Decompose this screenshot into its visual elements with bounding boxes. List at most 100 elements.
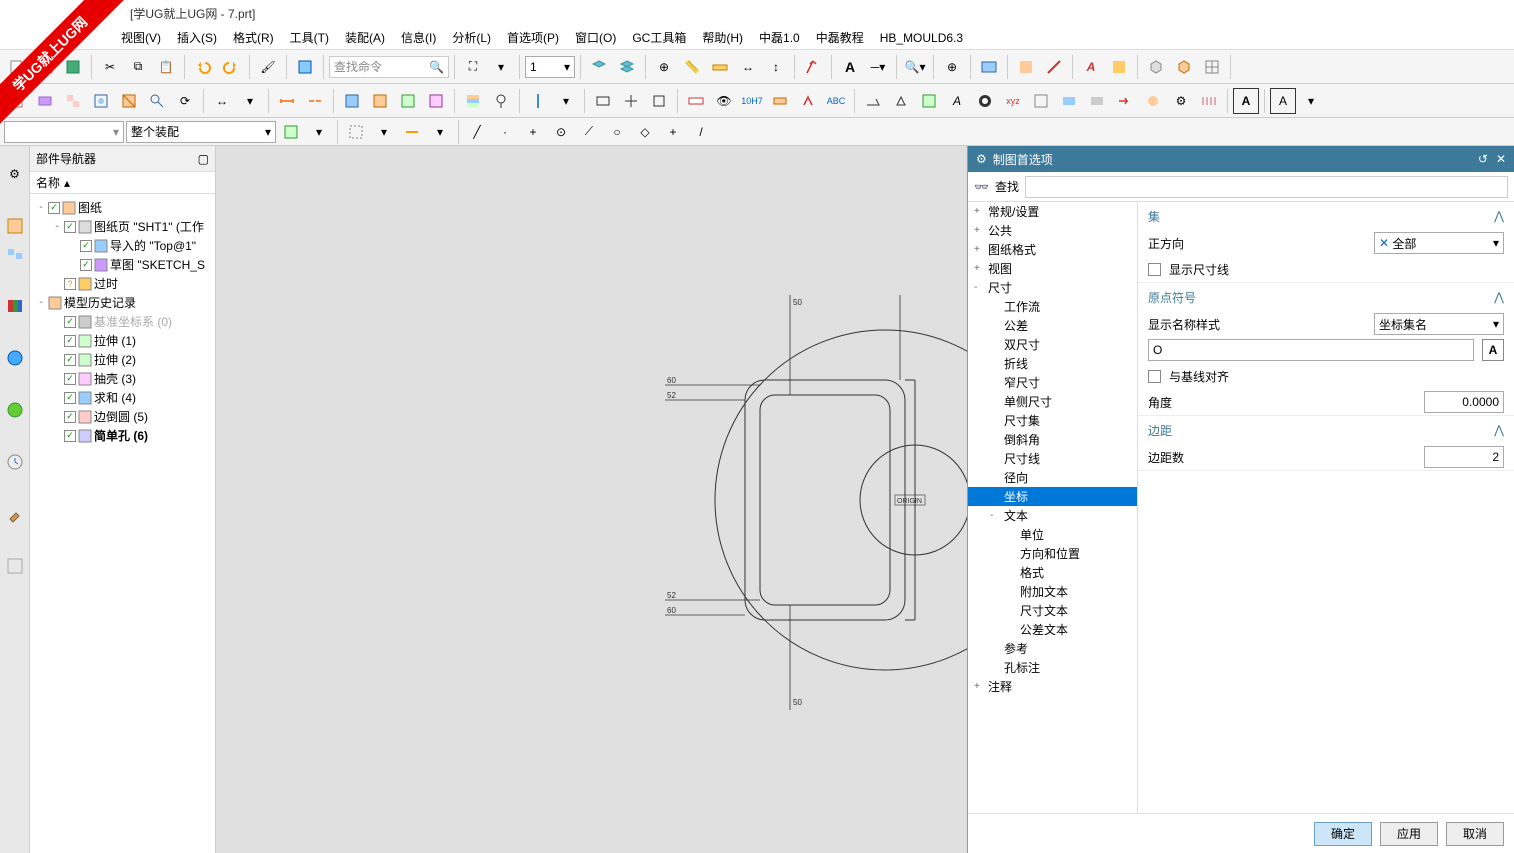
snap4-icon[interactable]: ⊙	[548, 119, 574, 145]
target-icon[interactable]: ⊕	[939, 54, 965, 80]
tree-row[interactable]: ✓抽壳 (3)	[30, 369, 215, 388]
tool-tab-icon[interactable]	[3, 502, 27, 526]
snap9-icon[interactable]: /	[688, 119, 714, 145]
analysis-icon[interactable]: 🔍▾	[902, 54, 928, 80]
table1-icon[interactable]	[339, 88, 365, 114]
tree-row[interactable]: ✓求和 (4)	[30, 388, 215, 407]
sel-more-icon[interactable]: ▾	[427, 119, 453, 145]
tree-row[interactable]: ✓边倒圆 (5)	[30, 407, 215, 426]
dim-more-icon[interactable]: ▾	[237, 88, 263, 114]
align-more-icon[interactable]: ▾	[553, 88, 579, 114]
tree-checkbox[interactable]: ✓	[64, 392, 76, 404]
tree-checkbox[interactable]: ✓	[64, 373, 76, 385]
tree-row[interactable]: ✓导入的 "Top@1"	[30, 236, 215, 255]
ok-button[interactable]: 确定	[1314, 822, 1372, 846]
view3-icon[interactable]	[88, 88, 114, 114]
paste-icon[interactable]: 📋	[153, 54, 179, 80]
margin-count-input[interactable]	[1424, 446, 1504, 468]
category-注释[interactable]: +注释	[968, 677, 1137, 696]
menu-P[interactable]: 首选项(P)	[501, 27, 565, 48]
category-单侧尺寸[interactable]: 单侧尺寸	[968, 392, 1137, 411]
ruler-icon[interactable]	[707, 54, 733, 80]
tree-expand-icon[interactable]: -	[36, 297, 46, 308]
menu-V[interactable]: 视图(V)	[115, 27, 167, 48]
menu-H[interactable]: 帮助(H)	[696, 27, 749, 48]
line-style-icon[interactable]: ─▾	[865, 54, 891, 80]
snap7-icon[interactable]: ◇	[632, 119, 658, 145]
expand-icon[interactable]: -	[974, 282, 984, 293]
category-尺寸集[interactable]: 尺寸集	[968, 411, 1137, 430]
empty-tab-icon[interactable]	[3, 554, 27, 578]
new-icon[interactable]	[4, 54, 30, 80]
misc1-icon[interactable]	[1013, 54, 1039, 80]
tree-checkbox[interactable]: ✓	[64, 411, 76, 423]
text-icon[interactable]: A	[837, 54, 863, 80]
sheet-icon[interactable]	[4, 88, 30, 114]
category-公共[interactable]: +公共	[968, 221, 1137, 240]
category-视图[interactable]: +视图	[968, 259, 1137, 278]
measure-icon[interactable]: 📏	[679, 54, 705, 80]
tree-expand-icon[interactable]: -	[52, 221, 62, 232]
cut-icon[interactable]: ✂	[97, 54, 123, 80]
panel-search-input[interactable]	[1025, 176, 1508, 198]
surf-icon[interactable]	[888, 88, 914, 114]
sym4-icon[interactable]	[1140, 88, 1166, 114]
note-icon[interactable]: A	[944, 88, 970, 114]
copy-icon[interactable]: ⧉	[125, 54, 151, 80]
wcs-orient-icon[interactable]	[800, 54, 826, 80]
dim2-icon[interactable]: ↕	[763, 54, 789, 80]
save-icon[interactable]	[60, 54, 86, 80]
text-edit-icon[interactable]: A	[1078, 54, 1104, 80]
snap5-icon[interactable]: ⟋	[576, 119, 602, 145]
pos-dir-combo[interactable]: ✕ 全部▾	[1374, 232, 1504, 254]
gdt2-icon[interactable]: 👁	[711, 88, 737, 114]
align-v-icon[interactable]	[525, 88, 551, 114]
rect2-icon[interactable]	[646, 88, 672, 114]
sym3-icon[interactable]	[1112, 88, 1138, 114]
scale-combo[interactable]: 1▾	[525, 56, 575, 78]
sym5-icon[interactable]	[1196, 88, 1222, 114]
highlight-icon[interactable]	[1106, 54, 1132, 80]
category-双尺寸[interactable]: 双尺寸	[968, 335, 1137, 354]
tree-row[interactable]: -✓图纸页 "SHT1" (工作	[30, 217, 215, 236]
panel-close-icon[interactable]: ✕	[1496, 152, 1506, 166]
selection-filter-icon[interactable]	[292, 54, 318, 80]
dim-h-icon[interactable]: ↔	[209, 88, 235, 114]
category-尺寸线[interactable]: 尺寸线	[968, 449, 1137, 468]
menu-A[interactable]: 装配(A)	[339, 27, 391, 48]
weld-icon[interactable]	[860, 88, 886, 114]
gdt1-icon[interactable]	[683, 88, 709, 114]
dim-icon[interactable]: ↔	[735, 54, 761, 80]
menu-T[interactable]: 工具(T)	[284, 27, 335, 48]
expand-icon[interactable]: +	[974, 681, 984, 692]
category-工作流[interactable]: 工作流	[968, 297, 1137, 316]
tree-row[interactable]: ✓基准坐标系 (0)	[30, 312, 215, 331]
search-icon[interactable]: 🔍	[429, 60, 444, 74]
tree-checkbox[interactable]: ?	[64, 278, 76, 290]
snap6-icon[interactable]: ○	[604, 119, 630, 145]
snap3-icon[interactable]: +	[520, 119, 546, 145]
balloon-icon[interactable]	[488, 88, 514, 114]
tree-checkbox[interactable]: ✓	[80, 259, 92, 271]
text-format-icon[interactable]: A	[1482, 339, 1504, 361]
sel4-icon[interactable]: ▾	[371, 119, 397, 145]
annot-icon[interactable]: A	[1270, 88, 1296, 114]
datum-icon[interactable]	[972, 88, 998, 114]
filter-combo[interactable]: ▾	[4, 121, 124, 143]
open-icon[interactable]	[32, 54, 58, 80]
category-参考[interactable]: 参考	[968, 639, 1137, 658]
center-icon[interactable]	[618, 88, 644, 114]
wcs-icon[interactable]: ⊕	[651, 54, 677, 80]
category-格式[interactable]: 格式	[968, 563, 1137, 582]
section-icon[interactable]	[116, 88, 142, 114]
redo-icon[interactable]	[218, 54, 244, 80]
menu-I[interactable]: 信息(I)	[395, 27, 442, 48]
sel3-icon[interactable]	[343, 119, 369, 145]
undo-icon[interactable]	[190, 54, 216, 80]
grid-icon[interactable]	[1199, 54, 1225, 80]
category-附加文本[interactable]: 附加文本	[968, 582, 1137, 601]
xyz-icon[interactable]: xyz	[1000, 88, 1026, 114]
category-文本[interactable]: -文本	[968, 506, 1137, 525]
show-name-style-combo[interactable]: 坐标集名▾	[1374, 313, 1504, 335]
web-tab-icon[interactable]	[3, 346, 27, 370]
